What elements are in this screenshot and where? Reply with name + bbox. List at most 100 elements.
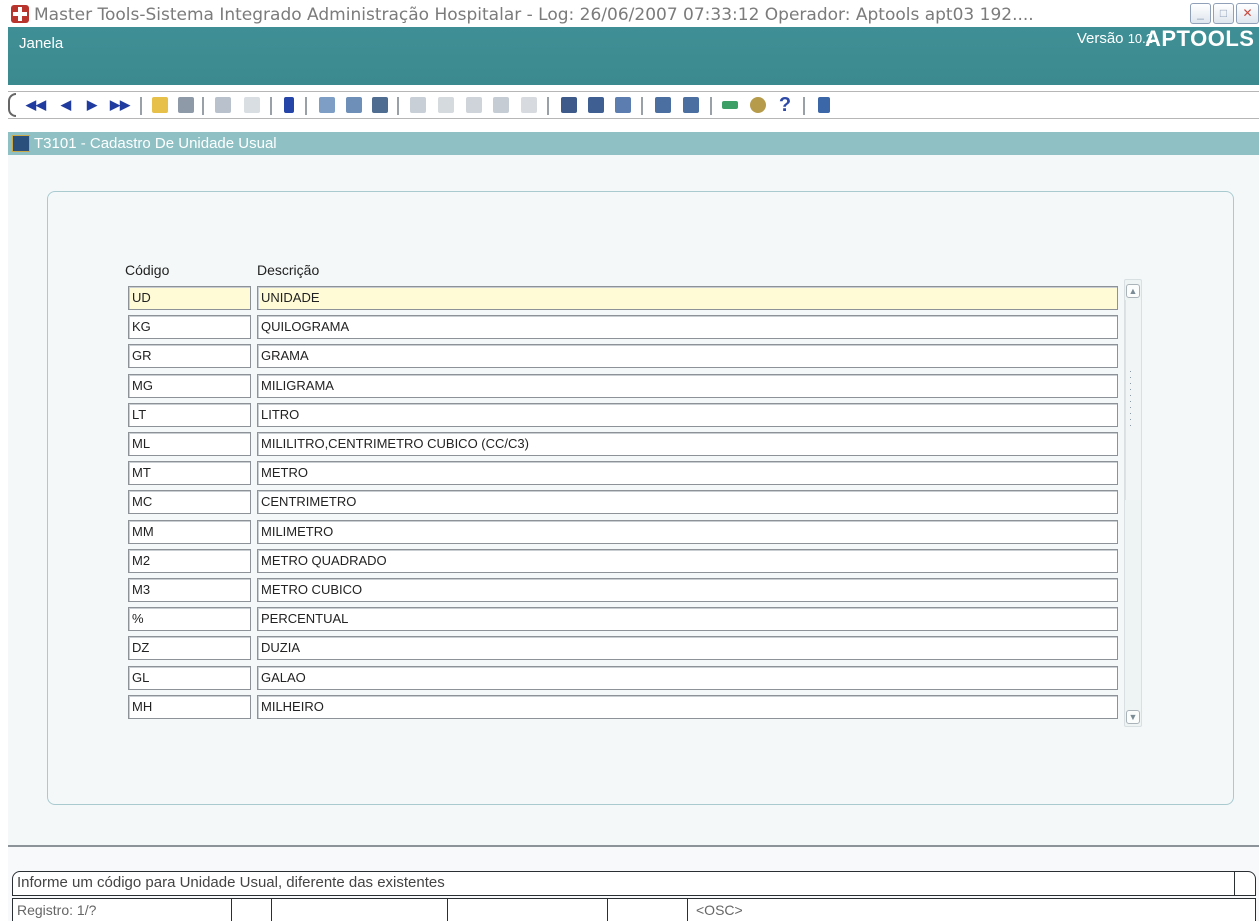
list-button[interactable] bbox=[559, 95, 579, 115]
descricao-field[interactable]: MILHEIRO bbox=[257, 694, 1118, 719]
cut-button[interactable] bbox=[464, 95, 484, 115]
table-left-button[interactable] bbox=[653, 95, 673, 115]
table-right-button[interactable] bbox=[681, 95, 701, 115]
copy-button[interactable] bbox=[408, 95, 428, 115]
descricao-field[interactable]: GALAO bbox=[257, 665, 1118, 690]
descricao-field[interactable]: LITRO bbox=[257, 402, 1118, 427]
toolbar-separator bbox=[305, 97, 307, 115]
list-icon bbox=[561, 97, 577, 113]
minimize-button[interactable]: _ bbox=[1190, 3, 1211, 24]
descricao-field[interactable]: MILIGRAMA bbox=[257, 373, 1118, 398]
toolbar-separator bbox=[140, 97, 142, 115]
help-topics-button[interactable] bbox=[748, 95, 768, 115]
last-record-button[interactable]: ▶▶ bbox=[110, 95, 130, 115]
codigo-field[interactable]: M3 bbox=[128, 578, 251, 602]
first-record-button[interactable]: ◀◀ bbox=[26, 95, 46, 115]
descricao-field[interactable]: PERCENTUAL bbox=[257, 607, 1118, 632]
codigo-field[interactable]: LT bbox=[128, 402, 251, 427]
codigo-field[interactable]: MC bbox=[128, 490, 251, 515]
table-icon bbox=[683, 97, 699, 113]
pencil-tool-button[interactable] bbox=[613, 95, 633, 115]
close-button[interactable]: ✕ bbox=[1236, 3, 1259, 24]
menu-janela[interactable]: Janela bbox=[19, 35, 63, 52]
codigo-field[interactable]: MM bbox=[128, 519, 251, 544]
version-label: Versão 10.2 bbox=[1077, 30, 1153, 47]
descricao-field[interactable]: DUZIA bbox=[257, 636, 1118, 661]
insert-record-button[interactable] bbox=[344, 95, 364, 115]
toolbar-cap bbox=[8, 93, 16, 117]
codigo-field[interactable]: MG bbox=[128, 373, 251, 398]
form-titlebar: T3101 - Cadastro De Unidade Usual bbox=[8, 132, 1259, 155]
scroll-down-arrow-icon[interactable]: ▼ bbox=[1126, 710, 1140, 724]
execute-query-button[interactable] bbox=[242, 95, 262, 115]
print-button[interactable] bbox=[176, 95, 196, 115]
paste-button[interactable] bbox=[436, 95, 456, 115]
codigo-field[interactable]: M2 bbox=[128, 548, 251, 573]
picture-button[interactable] bbox=[720, 95, 740, 115]
status-segment bbox=[232, 899, 272, 921]
scissors-icon bbox=[466, 97, 482, 113]
save-button[interactable] bbox=[150, 95, 170, 115]
descricao-field[interactable]: CENTRIMETRO bbox=[257, 490, 1118, 515]
report-button[interactable] bbox=[586, 95, 606, 115]
record-counter: Registro: 1/? bbox=[13, 899, 232, 921]
next-record-button[interactable]: ▶ bbox=[82, 95, 102, 115]
codigo-field[interactable]: GR bbox=[128, 344, 251, 369]
toolbar-separator bbox=[547, 97, 549, 115]
query-button[interactable] bbox=[213, 95, 233, 115]
help-topics-icon bbox=[750, 97, 766, 113]
records-scrollbar[interactable]: ▲ · · · · · · · · · · ▼ bbox=[1124, 279, 1142, 727]
descricao-field[interactable]: MILIMETRO bbox=[257, 519, 1118, 544]
toolbar-separator bbox=[397, 97, 399, 115]
previous-record-button[interactable]: ◀ bbox=[56, 95, 76, 115]
descricao-field[interactable]: METRO QUADRADO bbox=[257, 548, 1118, 573]
menubar: Janela Versão 10.2 APTOOLS bbox=[8, 26, 1259, 85]
exit-button[interactable] bbox=[814, 95, 834, 115]
download-button[interactable] bbox=[279, 95, 299, 115]
maximize-button[interactable]: □ bbox=[1213, 3, 1234, 24]
hospital-cross-icon bbox=[11, 5, 29, 23]
codigo-field[interactable]: KG bbox=[128, 315, 251, 340]
delete-record-button[interactable] bbox=[317, 95, 337, 115]
status-segment bbox=[608, 899, 688, 921]
codigo-field[interactable]: DZ bbox=[128, 636, 251, 661]
pencil-icon bbox=[615, 97, 631, 113]
descricao-field[interactable]: QUILOGRAMA bbox=[257, 315, 1118, 340]
form-icon bbox=[12, 135, 30, 152]
brand-logo: APTOOLS bbox=[1145, 26, 1255, 51]
window-title: Master Tools-Sistema Integrado Administr… bbox=[34, 5, 1034, 25]
status-segment bbox=[272, 899, 448, 921]
codigo-field[interactable]: ML bbox=[128, 432, 251, 456]
clear-button[interactable] bbox=[519, 95, 539, 115]
toolbar-separator bbox=[803, 97, 805, 115]
descricao-field[interactable]: METRO CUBICO bbox=[257, 578, 1118, 602]
descricao-field[interactable]: GRAMA bbox=[257, 344, 1118, 369]
eraser-icon bbox=[521, 97, 537, 113]
mode-indicator: <OSC> bbox=[696, 902, 743, 918]
table-icon bbox=[655, 97, 671, 113]
descricao-field[interactable]: MILILITRO,CENTRIMETRO CUBICO (CC/C3) bbox=[257, 432, 1118, 456]
codigo-field[interactable]: % bbox=[128, 607, 251, 632]
codigo-field[interactable]: UD bbox=[128, 286, 251, 310]
scroll-grip-icon: · · · · · · · · · · bbox=[1129, 366, 1132, 430]
descricao-field[interactable]: METRO bbox=[257, 461, 1118, 486]
codigo-field[interactable]: MH bbox=[128, 694, 251, 719]
status-bar: Registro: 1/? <OSC> bbox=[12, 898, 1256, 921]
hint-message: Informe um código para Unidade Usual, di… bbox=[12, 871, 1237, 896]
codigo-field[interactable]: MT bbox=[128, 461, 251, 486]
version-text: Versão bbox=[1076, 30, 1124, 47]
codigo-field[interactable]: GL bbox=[128, 665, 251, 690]
grid-icon bbox=[372, 97, 388, 113]
edit-button[interactable] bbox=[491, 95, 511, 115]
insert-record-icon bbox=[346, 97, 362, 113]
hint-indicator bbox=[1234, 871, 1256, 896]
query-icon bbox=[215, 97, 231, 113]
help-button[interactable]: ? bbox=[775, 95, 795, 115]
toolbar-separator bbox=[270, 97, 272, 115]
delete-record-icon bbox=[319, 97, 335, 113]
scroll-up-arrow-icon[interactable]: ▲ bbox=[1126, 284, 1140, 298]
descricao-field[interactable]: UNIDADE bbox=[257, 286, 1118, 310]
column-header-descricao: Descrição bbox=[257, 262, 320, 278]
status-area: Informe um código para Unidade Usual, di… bbox=[8, 845, 1259, 921]
duplicate-record-button[interactable] bbox=[370, 95, 390, 115]
